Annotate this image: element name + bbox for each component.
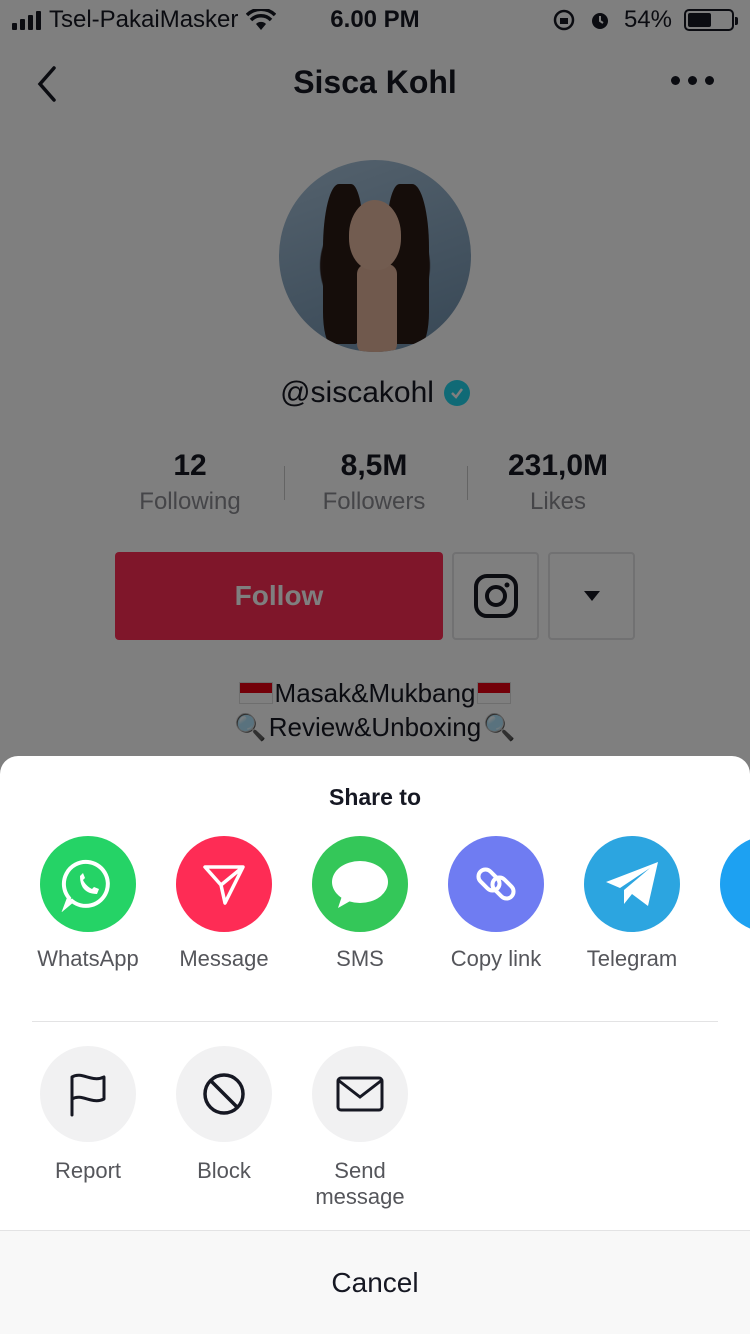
send-icon [176,836,272,932]
envelope-icon [312,1046,408,1142]
divider [32,1021,718,1022]
sheet-title: Share to [328,784,422,810]
sms-bubble-icon [312,836,408,932]
share-targets: WhatsApp Message SMS Copy link Telegram [0,836,750,986]
share-label: WhatsApp [37,946,139,971]
share-more-target[interactable]: E [700,836,750,972]
share-message[interactable]: Message [156,836,292,972]
share-copy-link[interactable]: Copy link [428,836,564,972]
block-button[interactable]: Block [156,1046,292,1184]
flag-icon [40,1046,136,1142]
send-message-button[interactable]: Send message [292,1046,428,1210]
share-label: SMS [336,946,384,971]
telegram-icon [584,836,680,932]
share-label: Message [179,946,269,971]
partial-share-icon [720,836,750,932]
block-icon [176,1046,272,1142]
link-icon [448,836,544,932]
actions: Report Block Send message [0,1046,750,1216]
whatsapp-icon [40,836,136,932]
share-sms[interactable]: SMS [292,836,428,972]
share-label: Copy link [450,946,542,971]
action-label: Send message [315,1158,405,1209]
action-label: Block [197,1158,251,1183]
share-label: Telegram [586,946,678,971]
share-telegram[interactable]: Telegram [564,836,700,972]
share-label: E [700,946,750,972]
report-button[interactable]: Report [20,1046,156,1184]
share-sheet: Share to WhatsApp Message SMS Copy link … [0,756,750,1334]
action-label: Report [54,1158,122,1183]
share-whatsapp[interactable]: WhatsApp [20,836,156,972]
cancel-button[interactable]: Cancel [0,1230,750,1334]
